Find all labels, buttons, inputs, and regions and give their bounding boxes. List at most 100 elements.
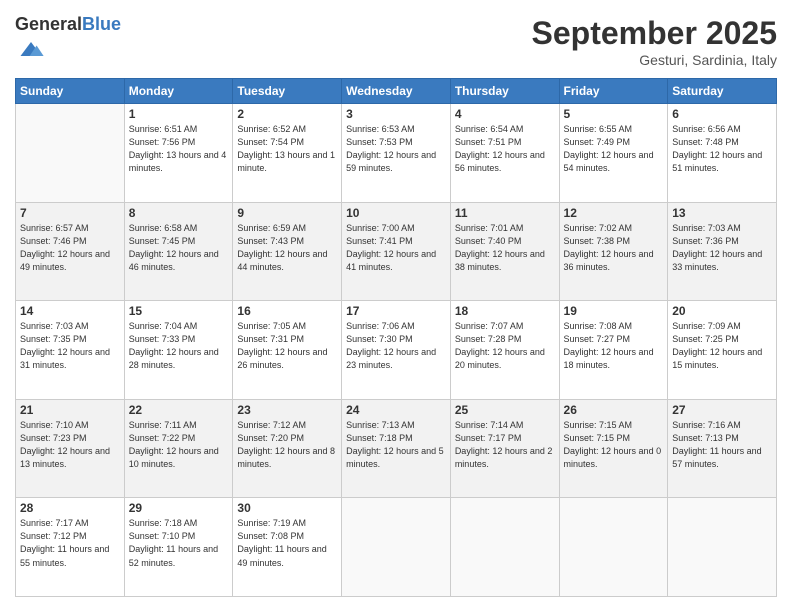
day-number: 19 — [564, 304, 664, 318]
calendar-cell — [559, 498, 668, 597]
day-number: 18 — [455, 304, 555, 318]
calendar-cell: 28Sunrise: 7:17 AM Sunset: 7:12 PM Dayli… — [16, 498, 125, 597]
header-saturday: Saturday — [668, 79, 777, 104]
calendar-cell — [450, 498, 559, 597]
week-row-3: 14 Sunrise: 7:03 AM Sunset: 7:35 PM Dayli… — [16, 301, 777, 400]
week-row-4: 21Sunrise: 7:10 AM Sunset: 7:23 PM Dayli… — [16, 399, 777, 498]
week-row-1: 1 Sunrise: 6:51 AM Sunset: 7:56 PM Daylig… — [16, 104, 777, 203]
day-info: Sunrise: 6:53 AM Sunset: 7:53 PM Dayligh… — [346, 123, 446, 175]
calendar-cell: 27 Sunrise: 7:16 AM Sunset: 7:13 PM Dayli… — [668, 399, 777, 498]
calendar-cell — [668, 498, 777, 597]
day-info: Sunrise: 7:17 AM Sunset: 7:12 PM Dayligh… — [20, 517, 120, 569]
month-title: September 2025 — [532, 15, 777, 52]
day-number: 9 — [237, 206, 337, 220]
page: GeneralBlue September 2025 Gesturi, Sard… — [0, 0, 792, 612]
day-number: 11 — [455, 206, 555, 220]
day-info: Sunrise: 6:52 AM Sunset: 7:54 PM Dayligh… — [237, 123, 337, 175]
day-number: 24 — [346, 403, 446, 417]
logo-icon — [17, 35, 45, 63]
day-number: 1 — [129, 107, 229, 121]
day-number: 5 — [564, 107, 664, 121]
day-number: 3 — [346, 107, 446, 121]
calendar-cell: 7 Sunrise: 6:57 AM Sunset: 7:46 PM Daylig… — [16, 202, 125, 301]
calendar-cell: 23Sunrise: 7:12 AM Sunset: 7:20 PM Dayli… — [233, 399, 342, 498]
calendar-cell: 6 Sunrise: 6:56 AM Sunset: 7:48 PM Daylig… — [668, 104, 777, 203]
logo: GeneralBlue — [15, 15, 121, 68]
day-number: 17 — [346, 304, 446, 318]
title-area: September 2025 Gesturi, Sardinia, Italy — [532, 15, 777, 68]
calendar-cell: 16 Sunrise: 7:05 AM Sunset: 7:31 PM Dayli… — [233, 301, 342, 400]
logo-blue-text: Blue — [82, 14, 121, 34]
calendar-cell: 22 Sunrise: 7:11 AM Sunset: 7:22 PM Dayli… — [124, 399, 233, 498]
header-friday: Friday — [559, 79, 668, 104]
calendar-cell: 5 Sunrise: 6:55 AM Sunset: 7:49 PM Daylig… — [559, 104, 668, 203]
day-info: Sunrise: 7:18 AM Sunset: 7:10 PM Dayligh… — [129, 517, 229, 569]
calendar-cell: 17 Sunrise: 7:06 AM Sunset: 7:30 PM Dayli… — [342, 301, 451, 400]
day-info: Sunrise: 7:11 AM Sunset: 7:22 PM Dayligh… — [129, 419, 229, 471]
day-info: Sunrise: 7:07 AM Sunset: 7:28 PM Dayligh… — [455, 320, 555, 372]
day-info: Sunrise: 7:00 AM Sunset: 7:41 PM Dayligh… — [346, 222, 446, 274]
day-info: Sunrise: 7:16 AM Sunset: 7:13 PM Dayligh… — [672, 419, 772, 471]
header-monday: Monday — [124, 79, 233, 104]
calendar-cell: 30 Sunrise: 7:19 AM Sunset: 7:08 PM Dayli… — [233, 498, 342, 597]
calendar-cell: 11Sunrise: 7:01 AM Sunset: 7:40 PM Dayli… — [450, 202, 559, 301]
day-number: 30 — [237, 501, 337, 515]
calendar-cell: 3 Sunrise: 6:53 AM Sunset: 7:53 PM Daylig… — [342, 104, 451, 203]
day-info: Sunrise: 7:02 AM Sunset: 7:38 PM Dayligh… — [564, 222, 664, 274]
day-info: Sunrise: 6:58 AM Sunset: 7:45 PM Dayligh… — [129, 222, 229, 274]
calendar-cell: 2 Sunrise: 6:52 AM Sunset: 7:54 PM Daylig… — [233, 104, 342, 203]
day-number: 22 — [129, 403, 229, 417]
day-info: Sunrise: 6:54 AM Sunset: 7:51 PM Dayligh… — [455, 123, 555, 175]
header-tuesday: Tuesday — [233, 79, 342, 104]
day-info: Sunrise: 7:03 AM Sunset: 7:35 PM Dayligh… — [20, 320, 120, 372]
day-number: 25 — [455, 403, 555, 417]
day-info: Sunrise: 6:59 AM Sunset: 7:43 PM Dayligh… — [237, 222, 337, 274]
day-number: 20 — [672, 304, 772, 318]
day-info: Sunrise: 6:51 AM Sunset: 7:56 PM Dayligh… — [129, 123, 229, 175]
day-info: Sunrise: 7:10 AM Sunset: 7:23 PM Dayligh… — [20, 419, 120, 471]
day-number: 4 — [455, 107, 555, 121]
day-info: Sunrise: 7:04 AM Sunset: 7:33 PM Dayligh… — [129, 320, 229, 372]
location-subtitle: Gesturi, Sardinia, Italy — [532, 52, 777, 68]
calendar-cell: 21Sunrise: 7:10 AM Sunset: 7:23 PM Dayli… — [16, 399, 125, 498]
calendar-cell: 13Sunrise: 7:03 AM Sunset: 7:36 PM Dayli… — [668, 202, 777, 301]
day-number: 8 — [129, 206, 229, 220]
calendar-cell: 4 Sunrise: 6:54 AM Sunset: 7:51 PM Daylig… — [450, 104, 559, 203]
calendar-cell: 1 Sunrise: 6:51 AM Sunset: 7:56 PM Daylig… — [124, 104, 233, 203]
calendar-cell: 20Sunrise: 7:09 AM Sunset: 7:25 PM Dayli… — [668, 301, 777, 400]
day-number: 13 — [672, 206, 772, 220]
calendar-cell — [342, 498, 451, 597]
day-info: Sunrise: 7:19 AM Sunset: 7:08 PM Dayligh… — [237, 517, 337, 569]
day-info: Sunrise: 6:55 AM Sunset: 7:49 PM Dayligh… — [564, 123, 664, 175]
day-number: 7 — [20, 206, 120, 220]
day-info: Sunrise: 7:06 AM Sunset: 7:30 PM Dayligh… — [346, 320, 446, 372]
calendar-cell: 9 Sunrise: 6:59 AM Sunset: 7:43 PM Daylig… — [233, 202, 342, 301]
day-number: 6 — [672, 107, 772, 121]
calendar-cell: 8 Sunrise: 6:58 AM Sunset: 7:45 PM Daylig… — [124, 202, 233, 301]
day-number: 26 — [564, 403, 664, 417]
header: GeneralBlue September 2025 Gesturi, Sard… — [15, 15, 777, 68]
header-sunday: Sunday — [16, 79, 125, 104]
day-info: Sunrise: 7:15 AM Sunset: 7:15 PM Dayligh… — [564, 419, 664, 471]
day-number: 2 — [237, 107, 337, 121]
header-thursday: Thursday — [450, 79, 559, 104]
calendar-cell: 26 Sunrise: 7:15 AM Sunset: 7:15 PM Dayli… — [559, 399, 668, 498]
header-wednesday: Wednesday — [342, 79, 451, 104]
day-number: 16 — [237, 304, 337, 318]
day-info: Sunrise: 7:14 AM Sunset: 7:17 PM Dayligh… — [455, 419, 555, 471]
week-row-2: 7 Sunrise: 6:57 AM Sunset: 7:46 PM Daylig… — [16, 202, 777, 301]
day-number: 12 — [564, 206, 664, 220]
day-number: 14 — [20, 304, 120, 318]
calendar-table: Sunday Monday Tuesday Wednesday Thursday… — [15, 78, 777, 597]
calendar-cell: 24 Sunrise: 7:13 AM Sunset: 7:18 PM Dayli… — [342, 399, 451, 498]
calendar-cell: 19Sunrise: 7:08 AM Sunset: 7:27 PM Dayli… — [559, 301, 668, 400]
week-row-5: 28Sunrise: 7:17 AM Sunset: 7:12 PM Dayli… — [16, 498, 777, 597]
calendar-cell: 29Sunrise: 7:18 AM Sunset: 7:10 PM Dayli… — [124, 498, 233, 597]
calendar-cell: 18 Sunrise: 7:07 AM Sunset: 7:28 PM Dayli… — [450, 301, 559, 400]
day-info: Sunrise: 6:57 AM Sunset: 7:46 PM Dayligh… — [20, 222, 120, 274]
day-info: Sunrise: 7:05 AM Sunset: 7:31 PM Dayligh… — [237, 320, 337, 372]
day-info: Sunrise: 6:56 AM Sunset: 7:48 PM Dayligh… — [672, 123, 772, 175]
day-number: 27 — [672, 403, 772, 417]
day-info: Sunrise: 7:13 AM Sunset: 7:18 PM Dayligh… — [346, 419, 446, 471]
calendar-cell: 14 Sunrise: 7:03 AM Sunset: 7:35 PM Dayli… — [16, 301, 125, 400]
